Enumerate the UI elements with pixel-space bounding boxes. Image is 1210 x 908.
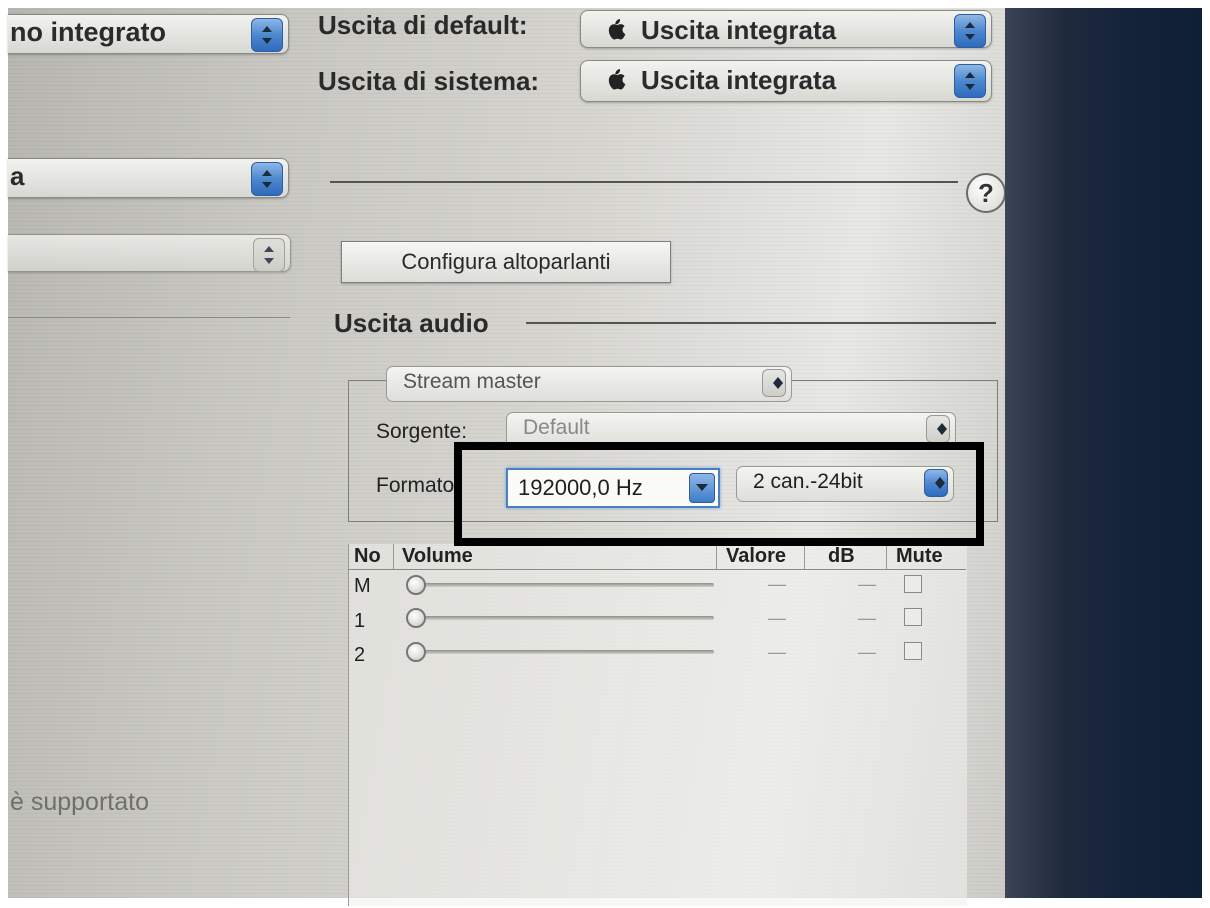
audio-output-title: Uscita audio (334, 308, 489, 338)
table-header-rule (348, 569, 966, 570)
stream-popup[interactable]: Stream master (386, 366, 792, 402)
row-number: M (354, 575, 371, 597)
system-output-popup[interactable]: Uscita integrata (580, 60, 992, 102)
photo-frame: no integrato a è supportato Uscita di de… (0, 0, 1210, 908)
stream-popup-label: Stream master (403, 370, 541, 393)
volume-slider-track[interactable] (408, 583, 714, 587)
row-db: — (858, 642, 876, 662)
highlight-frame (454, 442, 984, 546)
header-mute: Mute (896, 545, 943, 567)
column-separator (716, 544, 717, 570)
row-db: — (858, 574, 876, 594)
row-number: 2 (354, 644, 366, 666)
default-output-popup[interactable]: Uscita integrata (580, 10, 992, 48)
apple-icon (608, 19, 626, 40)
default-output-value: Uscita integrata (641, 15, 837, 45)
monitor-bezel (1005, 8, 1202, 898)
mute-checkbox[interactable] (904, 642, 922, 660)
left-input-popup[interactable]: no integrato (8, 14, 289, 54)
mute-checkbox[interactable] (904, 608, 922, 626)
configure-speakers-button[interactable]: Configura altoparlanti (341, 241, 671, 283)
screen: no integrato a è supportato Uscita di de… (8, 8, 1048, 906)
column-separator (804, 544, 805, 570)
audio-output-rule (526, 322, 996, 324)
system-output-label: Uscita di sistema: (318, 66, 540, 96)
volume-slider-knob[interactable] (406, 608, 426, 628)
header-db: dB (828, 545, 855, 567)
help-icon: ? (978, 178, 994, 208)
left-lower-popup[interactable] (8, 234, 291, 272)
row-value: — (768, 608, 786, 628)
configure-speakers-label: Configura altoparlanti (401, 249, 611, 274)
stepper-icon[interactable] (954, 64, 986, 98)
stepper-icon[interactable] (251, 162, 283, 196)
left-mid-popup-label: a (10, 161, 25, 191)
left-input-popup-label: no integrato (10, 17, 166, 47)
column-separator (393, 544, 394, 570)
volume-table (348, 544, 967, 906)
column-separator (886, 544, 887, 570)
format-label: Formato: (376, 474, 461, 497)
header-volume: Volume (402, 545, 473, 567)
default-output-label: Uscita di default: (318, 10, 528, 40)
stepper-icon[interactable] (762, 369, 786, 397)
source-label: Sorgente: (376, 420, 468, 443)
mute-checkbox[interactable] (904, 575, 922, 593)
row-value: — (768, 642, 786, 662)
row-value: — (768, 574, 786, 594)
volume-slider-knob[interactable] (406, 575, 426, 595)
stepper-icon[interactable] (954, 14, 986, 48)
system-output-value: Uscita integrata (641, 65, 837, 95)
stepper-icon[interactable] (251, 18, 283, 52)
stepper-icon[interactable] (253, 238, 285, 272)
left-divider (8, 317, 290, 318)
section-separator (330, 181, 958, 183)
volume-slider-track[interactable] (408, 650, 714, 654)
volume-slider-track[interactable] (408, 616, 714, 620)
apple-icon (608, 69, 626, 90)
volume-slider-knob[interactable] (406, 642, 426, 662)
stepper-icon[interactable] (926, 415, 950, 443)
header-no: No (354, 545, 381, 567)
row-number: 1 (354, 610, 366, 632)
header-value: Valore (726, 545, 787, 567)
left-mid-popup[interactable]: a (8, 158, 289, 198)
source-popup-label: Default (523, 416, 590, 439)
left-support-text: è supportato (10, 788, 149, 816)
row-db: — (858, 608, 876, 628)
help-button[interactable]: ? (966, 173, 1006, 213)
